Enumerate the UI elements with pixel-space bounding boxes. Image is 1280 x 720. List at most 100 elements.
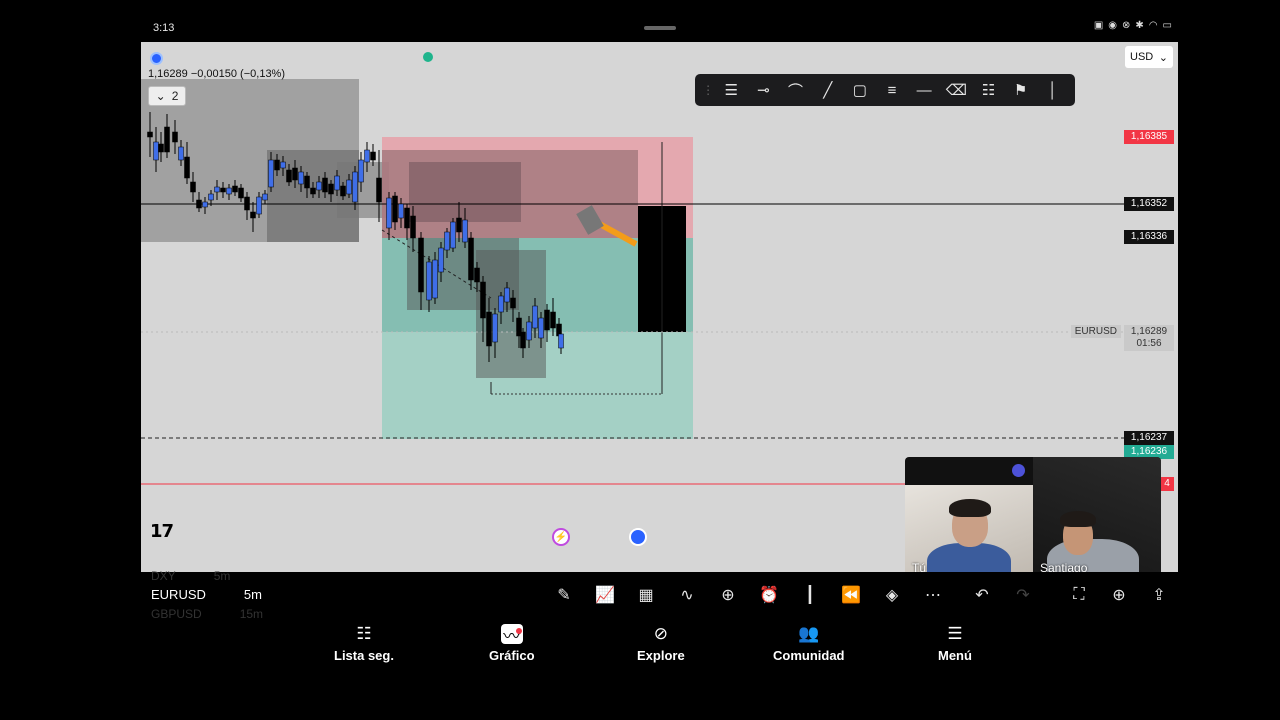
candle-body: [532, 305, 538, 329]
settings-icon[interactable]: ☷: [975, 77, 1001, 103]
candle-body: [256, 196, 262, 215]
current-price: 1,16289: [1130, 326, 1168, 337]
candle-body: [550, 311, 556, 329]
flag-icon[interactable]: ⚑: [1008, 77, 1034, 103]
redo-icon[interactable]: ↷: [1012, 584, 1034, 606]
candle-body: [280, 161, 286, 169]
chevron-down-icon: ⌄: [1158, 51, 1168, 64]
bluetooth-icon: ✱: [1135, 20, 1144, 31]
candles-icon[interactable]: ┃: [799, 584, 821, 606]
candle-body: [468, 237, 474, 281]
call-indicator-icon: [1012, 464, 1025, 477]
templates-icon[interactable]: ▦: [635, 584, 657, 606]
layers-icon[interactable]: ◈: [881, 584, 903, 606]
eye-icon: ◉: [1108, 20, 1118, 31]
symbol-interval: 5m: [243, 587, 262, 602]
candle-body: [147, 131, 153, 138]
candle-body: [208, 193, 214, 201]
candle-body: [410, 215, 416, 239]
add-icon[interactable]: ⊕: [717, 584, 739, 606]
candle-body: [214, 186, 220, 193]
market-status-icon: [423, 52, 433, 62]
symbol-picker[interactable]: DXY 5m EURUSD 5m GBPUSD 15m: [151, 569, 281, 621]
horizontal-line-icon[interactable]: —: [911, 77, 937, 103]
status-icons: ▣ ◉ ⊗ ✱ ◠ ▭: [1094, 20, 1172, 31]
alert-icon[interactable]: ⏰: [758, 584, 780, 606]
globe-icon[interactable]: [629, 528, 647, 546]
fullscreen-icon[interactable]: ⛶: [1068, 584, 1090, 606]
nav-item-chart[interactable]: 〰 Gráfico: [489, 624, 535, 663]
wifi-icon: ◠: [1148, 20, 1158, 31]
replay-icon[interactable]: ⏪: [840, 584, 862, 606]
candle-body: [364, 149, 370, 163]
flash-icon[interactable]: ⚡: [552, 528, 570, 546]
battery-icon: ▭: [1162, 20, 1172, 31]
nav-item-menu[interactable]: ☰ Menú: [938, 624, 972, 663]
fib-icon[interactable]: ≡: [879, 77, 905, 103]
candle-body: [190, 181, 196, 193]
currency-select[interactable]: USD ⌄: [1125, 46, 1173, 68]
symbol-name: DXY: [151, 569, 176, 583]
candle-body: [172, 131, 178, 143]
candle-body: [334, 175, 340, 191]
more-icon[interactable]: ⋯: [922, 584, 944, 606]
horizontal-ray-icon[interactable]: ⊸: [750, 77, 776, 103]
eraser-icon[interactable]: ⌫: [943, 77, 969, 103]
line-icon[interactable]: ╱: [815, 77, 841, 103]
compare-icon[interactable]: ∿: [676, 584, 698, 606]
symbol-row-active[interactable]: EURUSD 5m: [151, 587, 262, 602]
trend-lines-icon[interactable]: ☰: [718, 77, 744, 103]
symbol-tag: EURUSD: [1070, 325, 1121, 338]
vertical-line-icon[interactable]: │: [1040, 77, 1066, 103]
drawing-toolbar: ⋮ ☰ ⊸ ⌒ ╱ ▢ ≡ — ⌫ ☷ ⚑ │: [695, 74, 1075, 106]
mute-icon: ⊗: [1122, 20, 1131, 31]
share-icon[interactable]: ⇪: [1148, 584, 1170, 606]
candle-body: [492, 313, 498, 343]
compass-icon: ⊘: [653, 624, 668, 643]
candle-body: [404, 207, 410, 229]
legend-toggle[interactable]: ⌄ 2: [148, 86, 186, 106]
rectangle-icon[interactable]: ▢: [847, 77, 873, 103]
hair-image: [949, 499, 991, 517]
symbol-row[interactable]: DXY 5m: [151, 569, 230, 583]
candle-body: [220, 187, 226, 193]
candle-body: [486, 311, 492, 347]
nav-item-watchlist[interactable]: ☷ Lista seg.: [334, 624, 394, 663]
candle-body: [340, 185, 346, 197]
grip-icon[interactable]: ⋮: [702, 77, 714, 103]
candle-body: [262, 193, 268, 201]
candle-body: [418, 237, 424, 293]
indicators-icon[interactable]: 📈: [594, 584, 616, 606]
nfc-icon: ▣: [1093, 20, 1104, 31]
candle-body: [504, 287, 510, 303]
nav-label: Comunidad: [773, 648, 845, 663]
candle-body: [232, 185, 238, 193]
candle-body: [398, 203, 404, 219]
candle-body: [520, 331, 526, 349]
candle-body: [292, 167, 298, 181]
curve-icon[interactable]: ⌒: [783, 77, 809, 103]
undo-icon[interactable]: ↶: [971, 584, 993, 606]
video-call-panel[interactable]: Tú Santiago: [905, 457, 1161, 584]
chevron-down-icon: ⌄: [155, 89, 166, 103]
candle-body: [432, 259, 438, 299]
candle-body: [538, 317, 544, 339]
nav-item-community[interactable]: 👥 Comunidad: [773, 624, 845, 663]
candle-body: [178, 146, 184, 161]
candle-body: [462, 219, 468, 243]
symbol-logo-icon: [150, 52, 163, 65]
symbol-interval: 5m: [213, 569, 231, 583]
pencil-icon[interactable]: ✎: [553, 584, 575, 606]
price-label-crosshair: 1,16352: [1124, 197, 1174, 211]
nav-item-explore[interactable]: ⊘ Explore: [637, 624, 685, 663]
community-icon: 👥: [798, 624, 820, 643]
candle-body: [346, 179, 352, 195]
candle-body: [498, 295, 504, 313]
watchlist-icon: ☷: [356, 624, 372, 643]
candle-body: [438, 247, 444, 273]
drag-handle[interactable]: [644, 26, 676, 30]
bottom-navigation: ☷ Lista seg. 〰 Gráfico ⊘ Explore 👥 Comun…: [141, 618, 1178, 670]
candle-body: [250, 211, 256, 219]
idea-icon[interactable]: ⊕: [1108, 584, 1130, 606]
price-label-current: 1,16289 01:56: [1124, 325, 1174, 351]
